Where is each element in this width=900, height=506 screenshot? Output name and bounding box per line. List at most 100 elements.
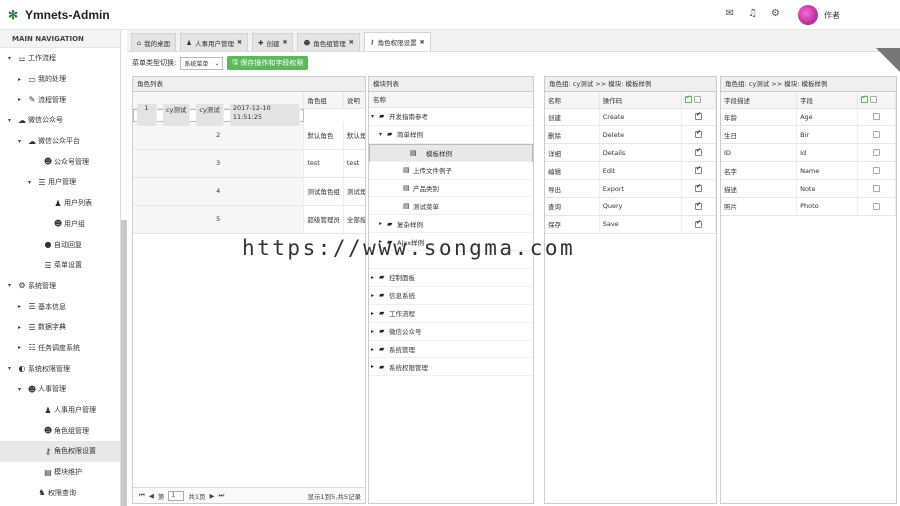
role-name: test <box>303 149 344 178</box>
tab-icon: ✚ <box>258 38 264 47</box>
table-row[interactable]: 1 cy测试 cy测试 2017-12-10 11:51:25 <box>133 104 304 126</box>
tree-node-label: 复杂样例 <box>397 220 423 229</box>
user-menu[interactable]: 作者 <box>798 5 840 25</box>
tab-item[interactable]: ⌂ 我的桌面 <box>131 33 177 51</box>
close-icon[interactable]: ✖ <box>420 39 425 46</box>
field-checkbox[interactable] <box>873 149 880 157</box>
tree-node[interactable]: ▸ ▰ 复杂样例 <box>369 215 533 234</box>
file-icon: ▤ <box>403 184 410 192</box>
sidebar-item-icon: ☻ <box>43 426 53 436</box>
field-checkbox[interactable] <box>873 113 880 121</box>
sidebar-scrollbar[interactable] <box>121 220 127 506</box>
tab-item[interactable]: ☻ 角色组管理 ✖ <box>297 33 360 51</box>
close-icon[interactable]: ✖ <box>282 39 287 46</box>
role-desc: cy测试 <box>196 104 224 126</box>
sidebar-item-arrow: ▸ <box>18 344 22 352</box>
sidebar-item-icon: ⚷ <box>45 446 51 456</box>
table-row[interactable]: 4测试角色组测试角色组2014-08-06 09:25:59 <box>133 177 365 206</box>
save-permissions-button[interactable]: 🖫 保存操作和字段权限 <box>227 56 309 70</box>
pager-summary: 显示1到5,共5记录 <box>307 492 361 501</box>
tree-node[interactable]: ▸ ▰ 工作流程 <box>369 305 533 323</box>
op-name: 创建 <box>545 108 600 127</box>
op-checkbox[interactable] <box>695 111 702 121</box>
gears-icon[interactable]: ⚙ <box>771 8 780 19</box>
tree-node[interactable]: ▸ ▰ 系统权限管理 <box>369 358 533 377</box>
field-checkbox[interactable] <box>873 185 880 192</box>
tree-node[interactable]: ▾ ▰ 开发指南参考 <box>369 108 533 126</box>
sidebar-item[interactable]: ▾ ☰ 用户管理 <box>0 172 120 193</box>
tree-arrow-icon: ▾ <box>379 130 383 138</box>
sidebar-item[interactable]: ▾ ☁ 微信公众平台 <box>0 131 120 152</box>
sidebar-item[interactable]: ● 自动回复 <box>0 234 120 255</box>
uncheck-all-checkbox[interactable] <box>870 96 878 104</box>
collapse-corner-icon[interactable] <box>876 48 900 72</box>
sidebar-item[interactable]: ⚷ 角色权限设置 <box>0 441 120 462</box>
sidebar-item[interactable]: ☻ 公众号管理 <box>0 151 120 172</box>
tree-node[interactable]: ▤ 模板样例 <box>369 143 533 162</box>
next-page-icon[interactable]: ▶ <box>210 492 215 500</box>
sidebar-item[interactable]: ♞ 权限查询 <box>0 482 120 503</box>
tree-node[interactable]: ▸ ▰ 系统管理 <box>369 341 533 359</box>
sidebar-item[interactable]: ▸ ✎ 流程管理 <box>0 89 120 110</box>
prev-page-icon[interactable]: ◀ <box>149 492 154 500</box>
tree-node-label: 系统管理 <box>389 346 415 355</box>
op-checkbox[interactable] <box>695 201 702 210</box>
tab-item[interactable]: ✚ 创建 ✖ <box>252 33 294 51</box>
page-input[interactable]: 1 <box>168 490 185 501</box>
menu-type-select[interactable]: 系统菜单 ⌄ <box>180 56 224 70</box>
tree-node[interactable]: ▸ ▰ 信息系统 <box>369 287 533 305</box>
close-icon[interactable]: ✖ <box>237 39 242 46</box>
sidebar-item-label: 人事管理 <box>38 385 66 394</box>
sidebar-item[interactable]: ▸ ☷ 任务调度系统 <box>0 338 120 359</box>
tab-item[interactable]: ⚷ 角色权限设置 ✖ <box>363 32 431 51</box>
op-checkbox[interactable] <box>695 165 702 175</box>
close-icon[interactable]: ✖ <box>349 39 354 46</box>
op-checkbox[interactable] <box>695 219 702 228</box>
field-checkbox[interactable] <box>873 202 880 210</box>
tree-node[interactable]: ▸ ▰ 控制面板 <box>369 269 533 287</box>
tree-node[interactable]: ▸ ▰ 微信公众号 <box>369 323 533 341</box>
check-all-checkbox[interactable] <box>861 94 868 104</box>
table-row: ID Id <box>721 143 896 163</box>
avatar <box>798 5 818 25</box>
sidebar-item-label: 流程管理 <box>38 95 66 104</box>
tree-node[interactable]: ▤ 产品类别 <box>369 180 533 198</box>
table-row[interactable]: 3testtest2016-05-03 14:26:24 <box>133 149 365 178</box>
tree-node[interactable]: ▤ 上传文件例子 <box>369 162 533 180</box>
sidebar-item[interactable]: ♟ 用户列表 <box>0 193 120 214</box>
tree-node[interactable]: ▤ 测试菜单 <box>369 197 533 216</box>
op-checkbox[interactable] <box>695 129 702 139</box>
table-row: 详细 Details <box>545 143 716 163</box>
tab-item[interactable]: ♟ 人事用户管理 ✖ <box>180 33 248 51</box>
sidebar-item[interactable]: ▾ ☁ 微信公众号 <box>0 110 120 131</box>
sidebar-item[interactable]: ☻ 用户组 <box>0 214 120 235</box>
last-page-icon[interactable]: ⏭ <box>219 491 225 500</box>
check-all-checkbox[interactable] <box>685 94 692 104</box>
sidebar-item[interactable]: ▾ ⚙ 系统管理 <box>0 276 120 297</box>
sidebar-item[interactable]: ▾ ◐ 系统权限管理 <box>0 358 120 379</box>
field-desc: 年龄 <box>721 108 798 127</box>
mail-icon[interactable]: ✉ <box>726 8 734 19</box>
app-logo[interactable]: ✻ Ymnets-Admin <box>8 8 110 22</box>
op-checkbox[interactable] <box>695 183 702 192</box>
sidebar-item[interactable]: ▸ ☰ 基本信息 <box>0 296 120 317</box>
sidebar-item[interactable]: ▾ ⚍ 工作流程 <box>0 48 120 69</box>
role-name: 超级管理员 <box>303 205 344 234</box>
sidebar-item-label: 人事用户管理 <box>54 406 96 415</box>
sidebar-item[interactable]: ▸ ☰ 数据字典 <box>0 317 120 338</box>
sidebar-item[interactable]: ▸ ▭ 我的处理 <box>0 69 120 90</box>
sidebar-item[interactable]: ☻ 角色组管理 <box>0 420 120 441</box>
sidebar-item[interactable]: ▾ ☻ 人事管理 <box>0 379 120 400</box>
field-checkbox[interactable] <box>873 131 880 139</box>
first-page-icon[interactable]: ⏮ <box>139 491 145 500</box>
field-checkbox[interactable] <box>873 167 880 175</box>
table-row[interactable]: 5超级管理员全部授权2012-10-01 00:00:00 <box>133 205 365 234</box>
op-checkbox[interactable] <box>695 147 702 157</box>
sidebar-item[interactable]: ☰ 菜单设置 <box>0 255 120 276</box>
col-field-desc: 字段描述 <box>721 92 798 109</box>
sidebar-item[interactable]: ▤ 模块维护 <box>0 462 120 483</box>
tree-node[interactable]: ▾ ▰ 简单样例 <box>369 126 533 144</box>
bell-icon[interactable]: ♫ <box>748 8 757 19</box>
uncheck-all-checkbox[interactable] <box>694 96 702 104</box>
sidebar-item[interactable]: ♟ 人事用户管理 <box>0 400 120 421</box>
